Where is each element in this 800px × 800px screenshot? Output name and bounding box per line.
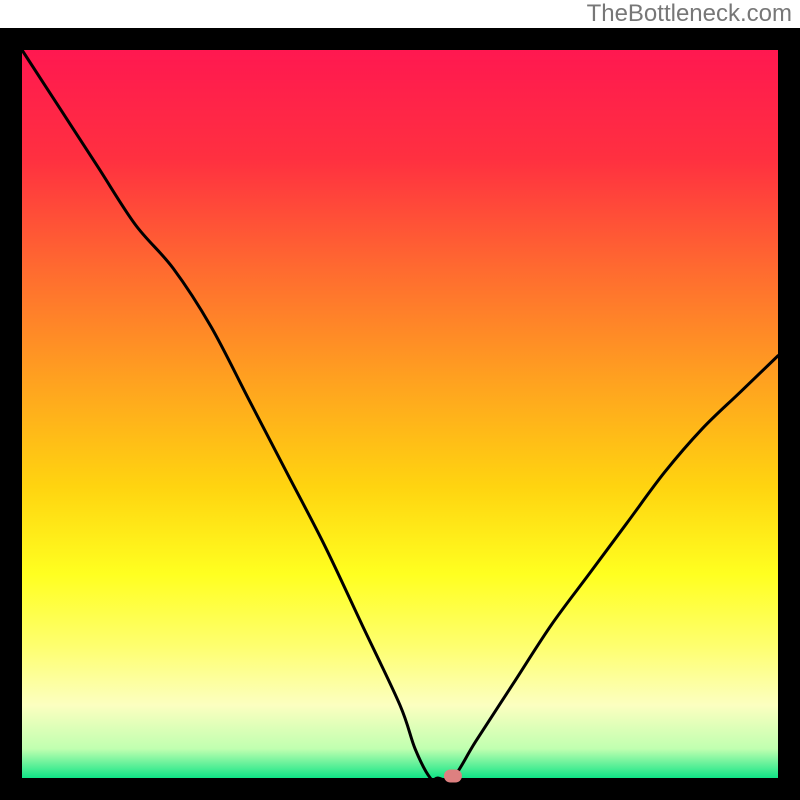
watermark-text: TheBottleneck.com [587, 0, 792, 28]
chart-background [22, 50, 778, 778]
optimal-point-marker [444, 770, 462, 783]
chart-canvas [0, 0, 800, 800]
bottleneck-chart: TheBottleneck.com [0, 0, 800, 800]
